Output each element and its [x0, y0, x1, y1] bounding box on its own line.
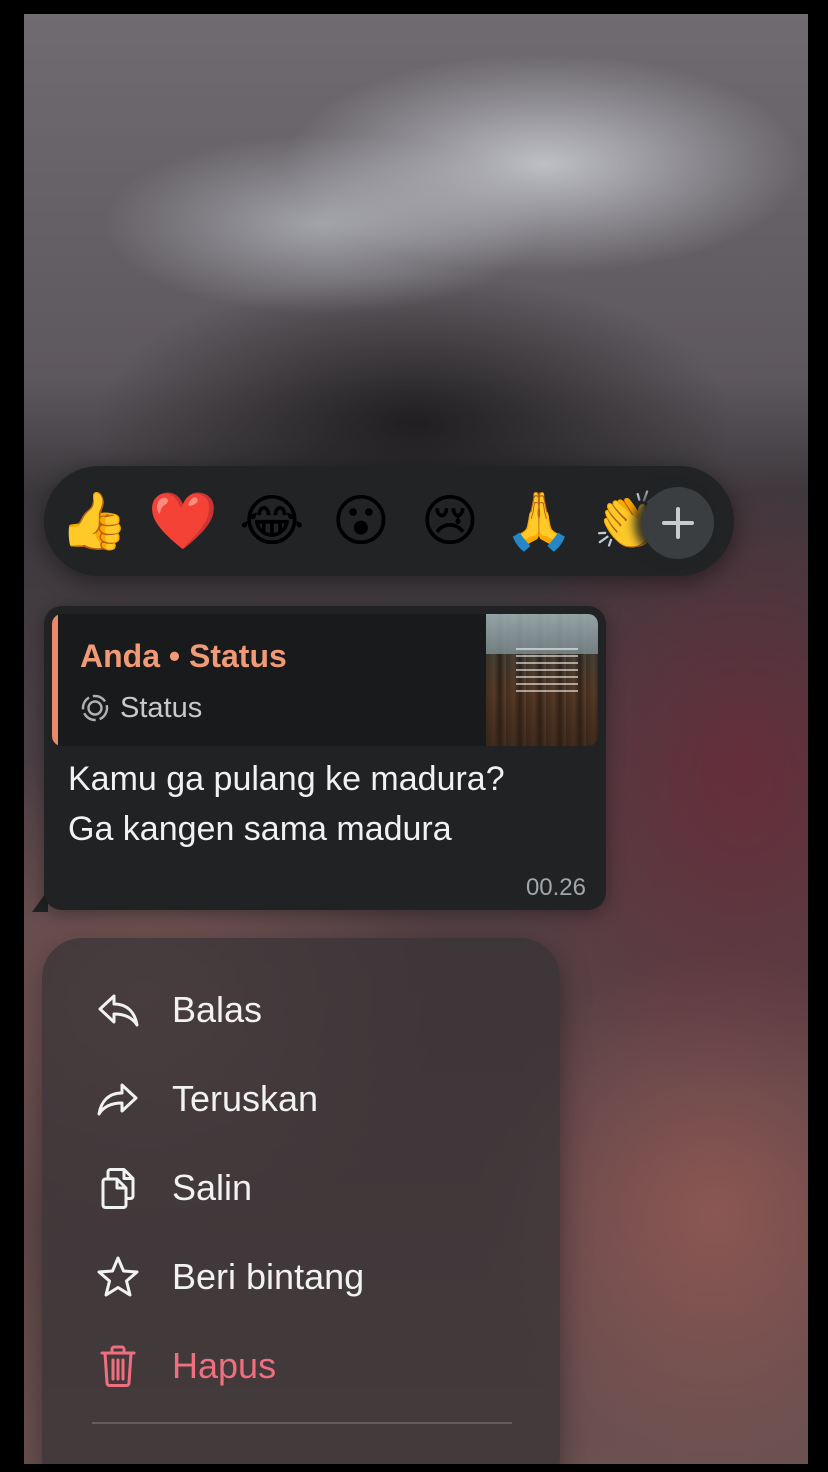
thumbnail-caption — [516, 648, 578, 694]
status-icon — [81, 694, 109, 722]
reaction-tears-of-joy[interactable]: 😂 — [236, 488, 308, 556]
reaction-surprised[interactable]: 😮 — [325, 488, 397, 556]
menu-item-copy[interactable]: Salin — [42, 1144, 560, 1224]
copy-icon — [101, 1168, 135, 1209]
quote-subtitle-text: Status — [120, 691, 203, 724]
message-context-menu: Balas Teruskan Salin Beri bintang Hapus — [42, 938, 560, 1464]
status-quote[interactable]: Anda • Status Status — [52, 614, 598, 746]
message-bubble[interactable]: Anda • Status Status Kamu ga pulang ke m… — [44, 606, 606, 910]
star-icon — [97, 1256, 139, 1297]
message-text: Kamu ga pulang ke madura? Ga kangen sama… — [68, 754, 588, 854]
menu-item-label: Salin — [172, 1167, 253, 1208]
reaction-folded-hands[interactable]: 🙏 — [503, 488, 575, 556]
quote-author: Anda • Status — [80, 638, 287, 674]
message-line: Ga kangen sama madura — [68, 810, 452, 848]
menu-item-label: Hapus — [172, 1345, 277, 1386]
quote-subtitle: Status — [80, 688, 202, 728]
menu-item-forward[interactable]: Teruskan — [42, 1055, 560, 1135]
menu-item-label: Beri bintang — [172, 1256, 365, 1297]
message-time: 00.26 — [525, 874, 586, 901]
menu-item-star[interactable]: Beri bintang — [42, 1233, 560, 1313]
menu-divider — [92, 1422, 512, 1424]
reply-icon — [98, 994, 139, 1027]
reaction-red-heart[interactable]: ❤️ — [147, 488, 219, 556]
reaction-thumbs-up[interactable]: 👍 — [58, 488, 130, 556]
menu-item-label: Balas — [172, 989, 263, 1030]
trash-icon — [100, 1345, 136, 1387]
menu-item-reply[interactable]: Balas — [42, 966, 560, 1046]
menu-item-label: Teruskan — [172, 1078, 319, 1119]
more-reactions-button[interactable] — [642, 487, 714, 559]
reaction-crying[interactable]: 😢 — [414, 488, 486, 556]
message-line: Kamu ga pulang ke madura? — [68, 760, 505, 798]
forward-icon — [97, 1083, 138, 1116]
quote-accent-bar — [52, 614, 58, 746]
status-thumbnail — [486, 614, 598, 746]
reaction-bar: 👍 ❤️ 😂 😮 😢 🙏 👏 — [44, 466, 734, 576]
menu-item-delete[interactable]: Hapus — [42, 1322, 560, 1402]
chat-screen: 👍 ❤️ 😂 😮 😢 🙏 👏 Anda • Status Status Kamu… — [24, 14, 808, 1464]
